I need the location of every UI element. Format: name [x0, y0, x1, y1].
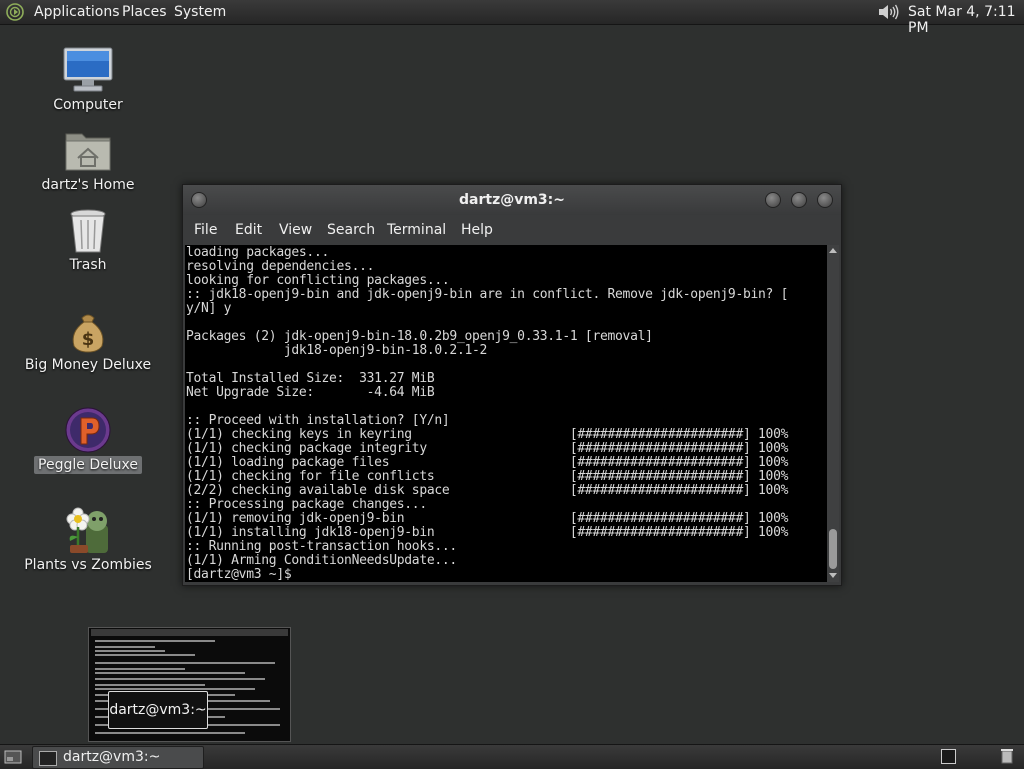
menu-view[interactable]: View [279, 222, 312, 238]
taskbar-label: dartz@vm3:~ [63, 749, 161, 765]
menu-file[interactable]: File [194, 222, 217, 238]
desktop-icon-plants-vs-zombies[interactable]: Plants vs Zombies [18, 505, 158, 575]
trash-applet-icon[interactable] [1000, 748, 1014, 764]
close-button[interactable] [817, 192, 833, 208]
desktop-icon-big-money[interactable]: $ Big Money Deluxe [18, 306, 158, 376]
applications-menu[interactable]: Applications [34, 4, 120, 20]
preview-tooltip: dartz@vm3:~ [108, 691, 208, 729]
terminal-app-icon [39, 751, 57, 766]
bottom-panel: dartz@vm3:~ [0, 744, 1024, 769]
taskbar-window-button[interactable]: dartz@vm3:~ [32, 746, 204, 769]
preview-line [95, 684, 205, 686]
volume-icon[interactable] [876, 2, 900, 22]
desktop-icon-peggle[interactable]: Peggle Deluxe [18, 404, 158, 476]
terminal-screen[interactable]: loading packages... resolving dependenci… [185, 245, 827, 582]
desktop-icon-label: Big Money Deluxe [24, 357, 152, 373]
plants-vs-zombies-icon [66, 507, 108, 553]
preview-line [95, 646, 155, 648]
distro-logo-icon[interactable] [6, 3, 24, 21]
system-menu[interactable]: System [174, 4, 226, 20]
top-panel: Applications Places System Sat Mar 4, 7:… [0, 0, 1024, 36]
show-desktop-icon[interactable] [4, 749, 22, 764]
peggle-icon [65, 407, 111, 453]
desktop-icon-home[interactable]: dartz's Home [18, 126, 158, 196]
scrollbar-thumb[interactable] [829, 529, 837, 569]
terminal-output: loading packages... resolving dependenci… [186, 245, 789, 582]
minimize-button[interactable] [765, 192, 781, 208]
preview-line [95, 688, 255, 690]
maximize-button[interactable] [791, 192, 807, 208]
desktop-icon-label: Plants vs Zombies [24, 557, 152, 573]
desktop-icon-label: dartz's Home [41, 177, 135, 193]
menu-edit[interactable]: Edit [235, 222, 262, 238]
home-folder-icon [65, 133, 111, 171]
preview-line [95, 662, 275, 664]
preview-line [95, 640, 215, 642]
places-menu[interactable]: Places [122, 4, 167, 20]
terminal-menubar: File Edit View Search Terminal Help [183, 215, 841, 245]
preview-line [95, 672, 245, 674]
computer-icon [63, 47, 113, 92]
desktop-icon-computer[interactable]: Computer [18, 44, 158, 116]
clock[interactable]: Sat Mar 4, 7:11 PM [908, 4, 1024, 36]
desktop-icon-trash[interactable]: Trash [18, 206, 158, 276]
svg-text:$: $ [82, 329, 95, 350]
desktop-icon-label: Trash [69, 257, 107, 273]
money-bag-icon: $ [72, 314, 104, 353]
terminal-scrollbar[interactable] [827, 245, 839, 582]
preview-line [95, 678, 265, 680]
terminal-window[interactable]: dartz@vm3:~ File Edit View Search Termin… [182, 184, 842, 586]
desktop-icon-label: Peggle Deluxe [18, 456, 158, 474]
preview-line [95, 654, 195, 656]
preview-line [95, 668, 185, 670]
menu-terminal[interactable]: Terminal [387, 222, 446, 238]
window-titlebar[interactable]: dartz@vm3:~ [183, 185, 841, 215]
trash-icon [70, 209, 106, 253]
preview-menubar [91, 629, 288, 636]
menu-search[interactable]: Search [327, 222, 375, 238]
desktop-icon-label: Computer [53, 97, 123, 113]
preview-line [95, 732, 245, 734]
preview-line [95, 650, 165, 652]
scroll-down-arrow-icon[interactable] [829, 573, 837, 578]
scroll-up-arrow-icon[interactable] [829, 248, 837, 253]
menu-help[interactable]: Help [461, 222, 493, 238]
workspace-switcher[interactable] [941, 749, 956, 764]
selected-label: Peggle Deluxe [34, 456, 142, 474]
window-title: dartz@vm3:~ [459, 192, 565, 208]
